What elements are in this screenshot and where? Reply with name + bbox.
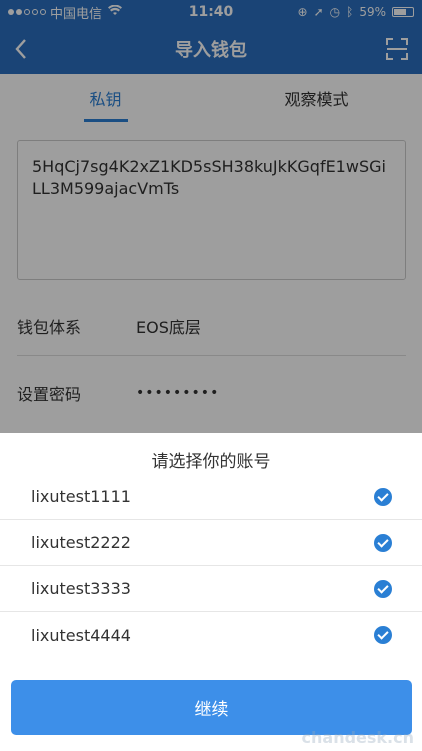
watermark: chandesk.cn — [301, 728, 414, 747]
check-icon[interactable] — [374, 487, 392, 506]
account-item[interactable]: lixutest1111 — [0, 485, 422, 520]
account-item[interactable]: lixutest2222 — [0, 520, 422, 566]
account-name: lixutest4444 — [31, 625, 131, 645]
continue-button[interactable]: 继续 — [11, 680, 412, 735]
check-icon[interactable] — [374, 579, 392, 598]
account-item[interactable]: lixutest4444 — [0, 612, 422, 658]
account-list: lixutest1111 lixutest2222 lixutest3333 l… — [0, 485, 422, 661]
check-icon[interactable] — [374, 533, 392, 552]
account-name: lixutest1111 — [31, 487, 131, 506]
account-name: lixutest3333 — [31, 579, 131, 598]
account-item[interactable]: lixutest3333 — [0, 566, 422, 612]
sheet-title: 请选择你的账号 — [151, 451, 271, 472]
check-icon[interactable] — [374, 626, 392, 644]
account-select-sheet: 请选择你的账号 lixutest1111 lixutest2222 lixute… — [0, 433, 422, 751]
account-name: lixutest2222 — [31, 533, 131, 552]
